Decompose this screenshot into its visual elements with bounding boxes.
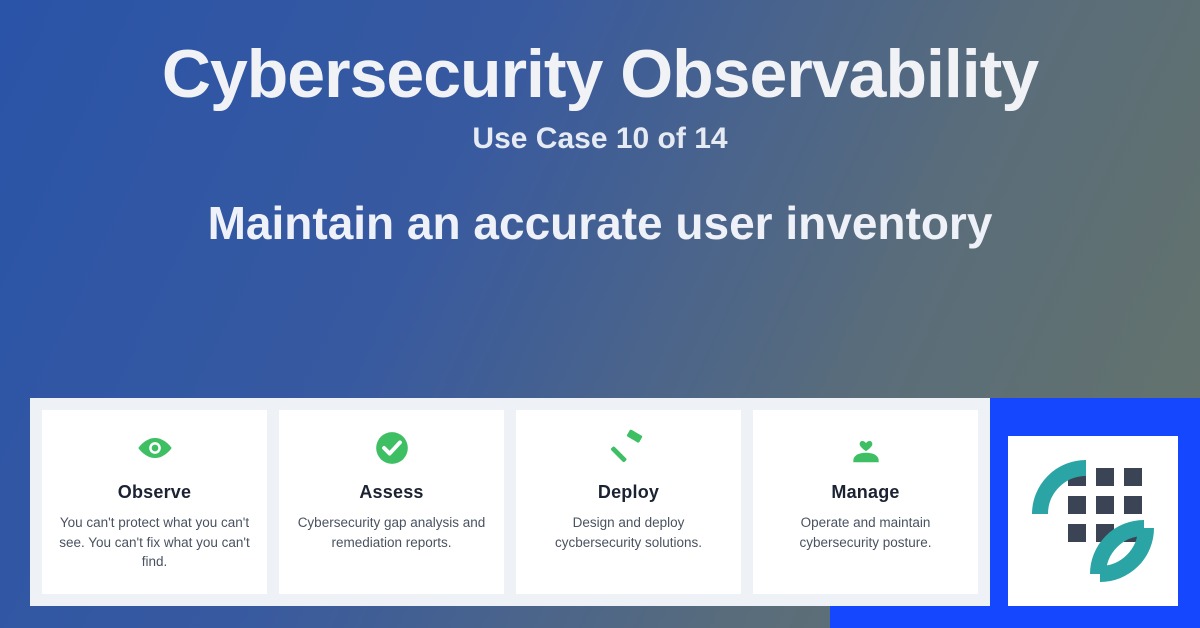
page-subtitle: Use Case 10 of 14 <box>0 122 1200 156</box>
company-logo-icon <box>1028 456 1158 586</box>
card-desc: Cybersecurity gap analysis and remediati… <box>293 513 490 552</box>
card-desc: Operate and maintain cybersecurity postu… <box>767 513 964 552</box>
header-block: Cybersecurity Observability Use Case 10 … <box>0 40 1200 156</box>
card-manage: Manage Operate and maintain cybersecurit… <box>753 410 978 594</box>
page-title: Cybersecurity Observability <box>0 40 1200 108</box>
card-title: Manage <box>831 482 899 503</box>
check-icon <box>372 428 412 468</box>
hammer-icon <box>609 428 649 468</box>
card-assess: Assess Cybersecurity gap analysis and re… <box>279 410 504 594</box>
use-case-description: Maintain an accurate user inventory <box>0 195 1200 253</box>
card-deploy: Deploy Design and deploy cycbersecurity … <box>516 410 741 594</box>
heart-hand-icon <box>846 428 886 468</box>
eye-icon <box>135 428 175 468</box>
card-observe: Observe You can't protect what you can't… <box>42 410 267 594</box>
card-desc: Design and deploy cycbersecurity solutio… <box>530 513 727 552</box>
slide-canvas: Cybersecurity Observability Use Case 10 … <box>0 0 1200 628</box>
card-title: Deploy <box>598 482 659 503</box>
logo-box <box>1008 436 1178 606</box>
card-desc: You can't protect what you can't see. Yo… <box>56 513 253 572</box>
card-title: Observe <box>118 482 191 503</box>
cards-container: Observe You can't protect what you can't… <box>30 398 990 606</box>
card-title: Assess <box>359 482 423 503</box>
